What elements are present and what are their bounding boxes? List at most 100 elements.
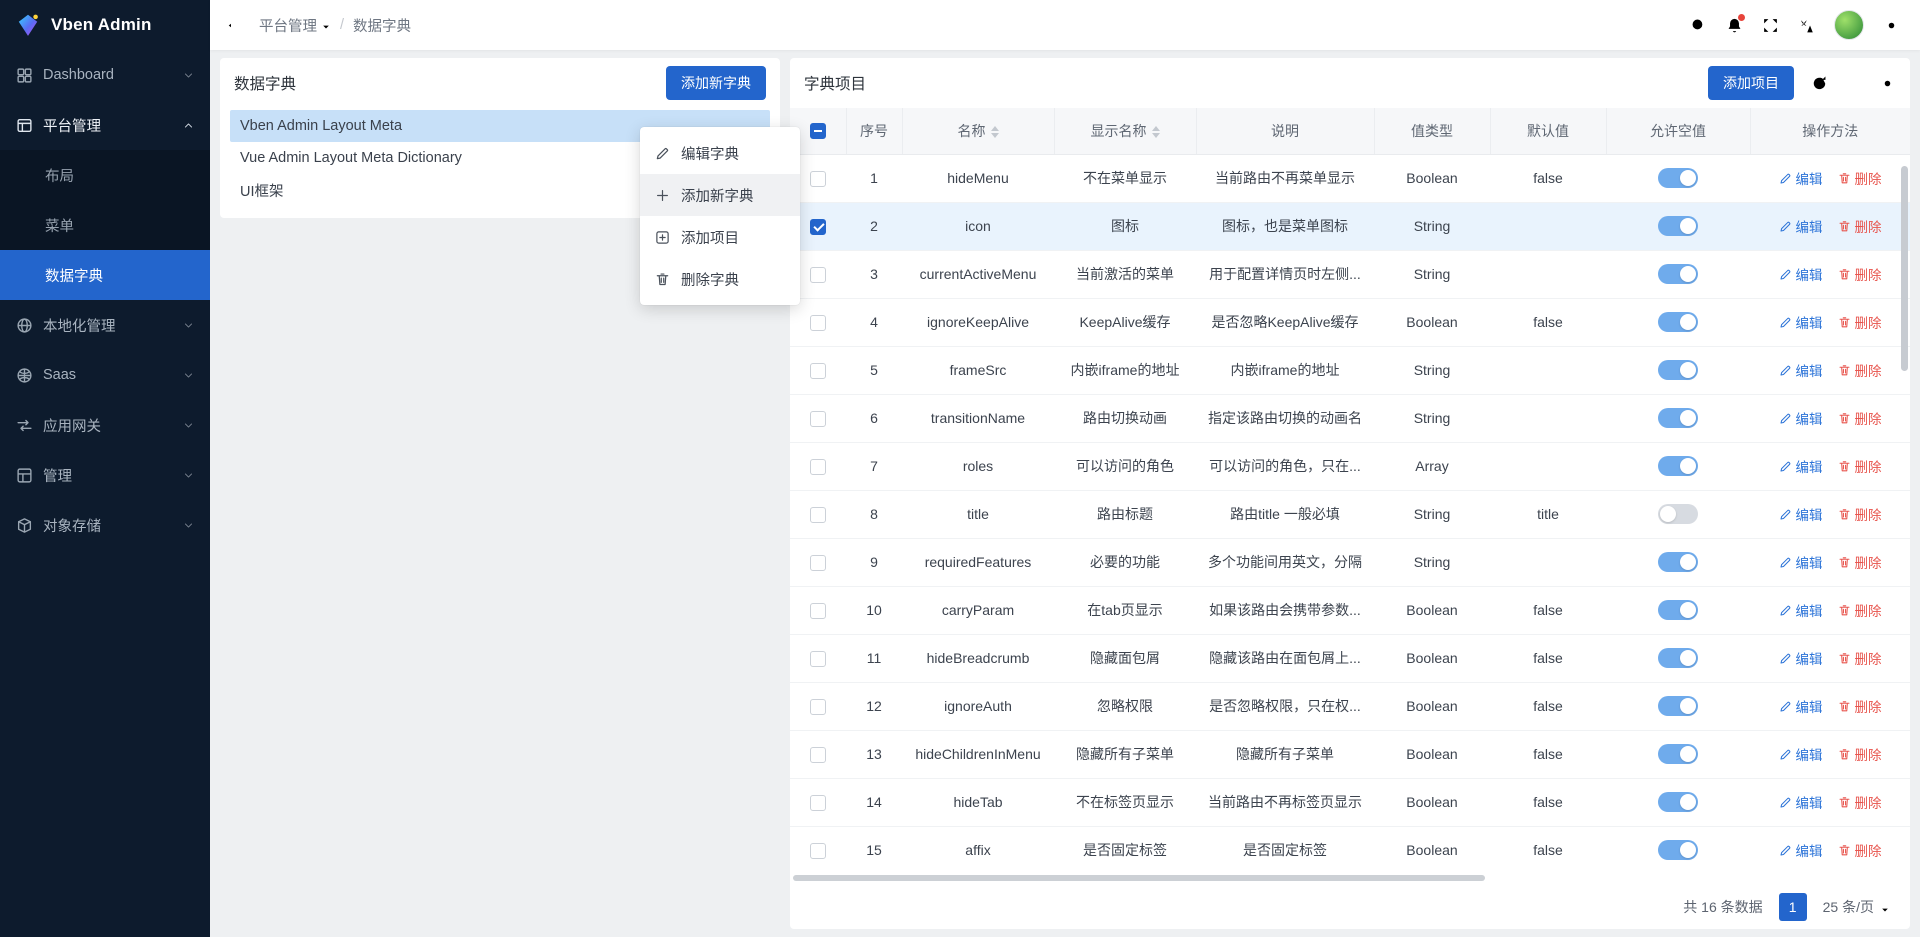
context-menu-item-add-item[interactable]: 添加项目 (640, 216, 800, 258)
edit-row-button[interactable]: 编辑 (1779, 792, 1823, 812)
sort-icons[interactable] (991, 126, 999, 138)
delete-row-button[interactable]: 删除 (1838, 792, 1882, 812)
delete-row-button[interactable]: 删除 (1838, 456, 1882, 476)
edit-row-button[interactable]: 编辑 (1779, 552, 1823, 572)
delete-row-button[interactable]: 删除 (1838, 312, 1882, 332)
allow-null-toggle[interactable] (1658, 696, 1698, 716)
breadcrumb-root[interactable]: 平台管理 (259, 15, 331, 36)
row-checkbox[interactable] (810, 315, 826, 331)
settings-gear-icon[interactable] (1883, 17, 1900, 34)
delete-row-button[interactable]: 删除 (1838, 360, 1882, 380)
allow-null-toggle[interactable] (1658, 648, 1698, 668)
edit-row-button[interactable]: 编辑 (1779, 600, 1823, 620)
page-size-select[interactable]: 25 条/页 (1823, 897, 1890, 917)
allow-null-toggle[interactable] (1658, 504, 1698, 524)
sidebar-item-dashboard[interactable]: Dashboard (0, 50, 210, 100)
sidebar-subitem-menu[interactable]: 菜单 (0, 200, 210, 250)
edit-row-button[interactable]: 编辑 (1779, 840, 1823, 860)
edit-row-button[interactable]: 编辑 (1779, 504, 1823, 524)
trash-icon (1838, 604, 1851, 617)
row-checkbox[interactable] (810, 843, 826, 859)
row-checkbox[interactable] (810, 651, 826, 667)
sidebar-item-platform[interactable]: 平台管理 (0, 100, 210, 150)
add-item-button[interactable]: 添加项目 (1708, 66, 1794, 100)
delete-row-button[interactable]: 删除 (1838, 408, 1882, 428)
allow-null-toggle[interactable] (1658, 264, 1698, 284)
delete-row-button[interactable]: 删除 (1838, 648, 1882, 668)
cell-display-name: 不在菜单显示 (1054, 154, 1196, 202)
row-checkbox[interactable] (810, 219, 826, 235)
delete-row-button[interactable]: 删除 (1838, 264, 1882, 284)
delete-row-button[interactable]: 删除 (1838, 168, 1882, 188)
allow-null-toggle[interactable] (1658, 456, 1698, 476)
sidebar-item-localization[interactable]: 本地化管理 (0, 300, 210, 350)
column-header[interactable]: 名称 (902, 108, 1054, 154)
sidebar-subitem-layout[interactable]: 布局 (0, 150, 210, 200)
allow-null-toggle[interactable] (1658, 552, 1698, 572)
edit-row-button[interactable]: 编辑 (1779, 696, 1823, 716)
sidebar-item-app-gateway[interactable]: 应用网关 (0, 400, 210, 450)
row-checkbox[interactable] (810, 363, 826, 379)
allow-null-toggle[interactable] (1658, 792, 1698, 812)
delete-row-button[interactable]: 删除 (1838, 504, 1882, 524)
sidebar-item-object-storage[interactable]: 对象存储 (0, 500, 210, 550)
edit-row-button[interactable]: 编辑 (1779, 408, 1823, 428)
sidebar-item-management[interactable]: 管理 (0, 450, 210, 500)
fullscreen-icon[interactable] (1762, 17, 1779, 34)
sidebar-subitem-data-dictionary[interactable]: 数据字典 (0, 250, 210, 300)
delete-row-button[interactable]: 删除 (1838, 696, 1882, 716)
context-menu-item-add-new-dictionary[interactable]: 添加新字典 (640, 174, 800, 216)
row-checkbox[interactable] (810, 555, 826, 571)
translate-icon[interactable] (1798, 17, 1815, 34)
allow-null-toggle[interactable] (1658, 312, 1698, 332)
edit-row-button[interactable]: 编辑 (1779, 312, 1823, 332)
edit-row-button[interactable]: 编辑 (1779, 264, 1823, 284)
breadcrumb-current[interactable]: 数据字典 (353, 15, 411, 36)
notifications-button[interactable] (1726, 17, 1743, 34)
row-checkbox[interactable] (810, 603, 826, 619)
allow-null-toggle[interactable] (1658, 840, 1698, 860)
collapse-sidebar-icon[interactable] (226, 17, 243, 34)
edit-row-button[interactable]: 编辑 (1779, 744, 1823, 764)
row-checkbox[interactable] (810, 267, 826, 283)
edit-row-button[interactable]: 编辑 (1779, 456, 1823, 476)
row-checkbox[interactable] (810, 411, 826, 427)
context-menu-item-delete-dictionary[interactable]: 删除字典 (640, 258, 800, 300)
row-checkbox[interactable] (810, 795, 826, 811)
allow-null-toggle[interactable] (1658, 744, 1698, 764)
edit-row-button[interactable]: 编辑 (1779, 648, 1823, 668)
user-avatar[interactable] (1834, 10, 1864, 40)
delete-row-button[interactable]: 删除 (1838, 552, 1882, 572)
row-checkbox[interactable] (810, 507, 826, 523)
row-checkbox[interactable] (810, 747, 826, 763)
context-menu-item-edit-dictionary[interactable]: 编辑字典 (640, 132, 800, 174)
add-dictionary-button[interactable]: 添加新字典 (666, 66, 766, 100)
row-checkbox[interactable] (810, 171, 826, 187)
allow-null-toggle[interactable] (1658, 600, 1698, 620)
delete-row-button[interactable]: 删除 (1838, 840, 1882, 860)
column-header[interactable]: 显示名称 (1054, 108, 1196, 154)
horizontal-scrollbar-thumb[interactable] (793, 875, 1485, 881)
row-height-icon[interactable] (1845, 75, 1862, 92)
edit-row-button[interactable]: 编辑 (1779, 168, 1823, 188)
refresh-icon[interactable] (1811, 75, 1828, 92)
column-settings-gear-icon[interactable] (1879, 75, 1896, 92)
page-1-button[interactable]: 1 (1779, 893, 1807, 921)
edit-row-button[interactable]: 编辑 (1779, 216, 1823, 236)
delete-row-button[interactable]: 删除 (1838, 600, 1882, 620)
delete-row-button[interactable]: 删除 (1838, 216, 1882, 236)
allow-null-toggle[interactable] (1658, 168, 1698, 188)
sidebar-item-saas[interactable]: Saas (0, 350, 210, 400)
search-icon[interactable] (1690, 17, 1707, 34)
delete-row-button[interactable]: 删除 (1838, 744, 1882, 764)
allow-null-toggle[interactable] (1658, 408, 1698, 428)
select-all-checkbox[interactable] (810, 123, 826, 139)
edit-row-button[interactable]: 编辑 (1779, 360, 1823, 380)
row-checkbox[interactable] (810, 699, 826, 715)
vertical-scrollbar[interactable] (1901, 166, 1908, 371)
sort-icons[interactable] (1152, 126, 1160, 138)
row-checkbox[interactable] (810, 459, 826, 475)
allow-null-toggle[interactable] (1658, 360, 1698, 380)
app-logo[interactable]: Vben Admin (0, 0, 210, 50)
allow-null-toggle[interactable] (1658, 216, 1698, 236)
